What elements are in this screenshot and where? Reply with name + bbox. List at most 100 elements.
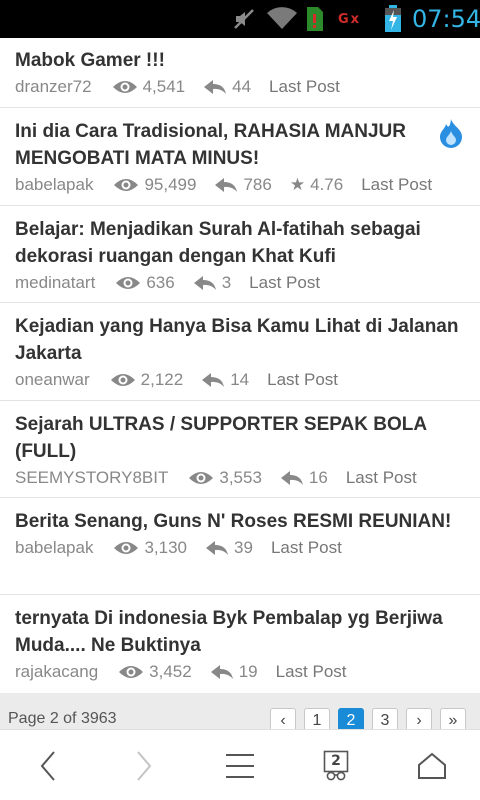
rating-value: 4.76 [310, 175, 344, 194]
thread-title[interactable]: Berita Senang, Guns N' Roses RESMI REUNI… [15, 508, 465, 535]
thread-title[interactable]: ternyata Di indonesia Byk Pembalap yg Be… [15, 605, 465, 659]
thread-meta: rajakacang 3,452 19 Last Post [15, 659, 465, 685]
tab-count: 2 [331, 752, 341, 769]
thread-item[interactable]: Sejarah ULTRAS / SUPPORTER SEPAK BOLA (F… [0, 401, 480, 498]
thread-item[interactable]: Mabok Gamer !!! dranzer72 4,541 44 Last … [0, 38, 480, 108]
last-page-button[interactable]: » [440, 708, 466, 729]
battery-charging-icon [384, 0, 406, 38]
thread-author[interactable]: medinatart [15, 273, 95, 293]
replies-stat: 786 [214, 175, 272, 195]
views-stat: 95,499 [113, 175, 196, 195]
thread-list: Mabok Gamer !!! dranzer72 4,541 44 Last … [0, 38, 480, 693]
hot-flame-icon [438, 118, 464, 153]
replies-count: 14 [230, 370, 250, 389]
replies-count: 786 [243, 175, 272, 194]
home-icon [418, 752, 446, 779]
thread-item[interactable]: ternyata Di indonesia Byk Pembalap yg Be… [0, 595, 480, 693]
reply-icon [206, 541, 229, 555]
wifi-icon [266, 0, 298, 38]
replies-stat: 16 [280, 468, 328, 488]
replies-stat: 44 [203, 77, 251, 97]
home-button[interactable] [402, 730, 462, 800]
tabs-button[interactable]: 2 [306, 730, 366, 800]
thread-meta: babelapak 95,499 786 ★ 4.76 Last Post [15, 172, 465, 198]
replies-stat: 14 [201, 370, 249, 390]
menu-icon [226, 753, 254, 778]
rating-stat: ★ 4.76 [290, 175, 343, 195]
replies-count: 3 [221, 273, 232, 292]
views-count: 636 [146, 273, 175, 292]
thread-author[interactable]: dranzer72 [15, 77, 92, 97]
last-post-link[interactable]: Last Post [269, 77, 340, 97]
thread-item[interactable]: Ini dia Cara Tradisional, RAHASIA MANJUR… [0, 108, 480, 206]
reply-icon [204, 80, 227, 94]
thread-meta: oneanwar 2,122 14 Last Post [15, 367, 465, 393]
last-post-link[interactable]: Last Post [271, 538, 342, 558]
tabs-icon: 2 [323, 750, 349, 782]
last-post-link[interactable]: Last Post [276, 662, 347, 682]
eye-icon [112, 81, 137, 93]
replies-stat: 39 [205, 538, 253, 558]
views-stat: 3,452 [118, 662, 192, 682]
carrier-indicator: Gx [338, 11, 360, 27]
views-stat: 636 [115, 273, 175, 293]
last-post-link[interactable]: Last Post [267, 370, 338, 390]
thread-meta: medinatart 636 3 Last Post [15, 270, 465, 296]
thread-item[interactable]: Belajar: Menjadikan Surah Al-fatihah seb… [0, 206, 480, 303]
thread-author[interactable]: rajakacang [15, 662, 98, 682]
eye-icon [110, 374, 135, 386]
page-info: Page 2 of 3963 [8, 710, 117, 727]
thread-author[interactable]: babelapak [15, 538, 93, 558]
eye-icon [114, 542, 139, 554]
eye-icon [116, 277, 141, 289]
views-count: 3,553 [219, 468, 262, 487]
reply-icon [193, 276, 216, 290]
thread-item[interactable]: Berita Senang, Guns N' Roses RESMI REUNI… [0, 498, 480, 595]
prev-page-button[interactable]: ‹ [270, 708, 296, 729]
forward-button[interactable] [114, 730, 174, 800]
thread-item[interactable]: Kejadian yang Hanya Bisa Kamu Lihat di J… [0, 303, 480, 401]
views-count: 95,499 [144, 175, 197, 194]
eye-icon [189, 472, 214, 484]
replies-count: 16 [308, 468, 328, 487]
last-post-link[interactable]: Last Post [249, 273, 320, 293]
thread-title[interactable]: Sejarah ULTRAS / SUPPORTER SEPAK BOLA (F… [15, 411, 465, 465]
views-stat: 4,541 [112, 77, 186, 97]
thread-title[interactable]: Mabok Gamer !!! [15, 47, 465, 74]
views-count: 2,122 [140, 370, 184, 389]
thread-meta: babelapak 3,130 39 Last Post [15, 535, 465, 561]
replies-count: 44 [232, 77, 252, 96]
page-2-button[interactable]: 2 [338, 708, 364, 729]
eye-icon [119, 666, 144, 678]
thread-author[interactable]: oneanwar [15, 370, 90, 390]
sim-alert-icon [306, 0, 326, 38]
status-bar: Gx 07:54 [0, 0, 480, 38]
back-icon [40, 750, 55, 781]
reply-icon [210, 665, 233, 679]
thread-title[interactable]: Kejadian yang Hanya Bisa Kamu Lihat di J… [15, 313, 465, 367]
views-stat: 2,122 [110, 370, 184, 390]
eye-icon [114, 179, 139, 191]
reply-icon [215, 178, 238, 192]
replies-stat: 3 [193, 273, 231, 293]
reply-icon [202, 373, 225, 387]
page-3-button[interactable]: 3 [372, 708, 398, 729]
views-count: 3,130 [144, 538, 188, 557]
thread-author[interactable]: SEEMYSTORY8BIT [15, 468, 168, 488]
views-count: 4,541 [142, 77, 186, 96]
last-post-link[interactable]: Last Post [361, 175, 432, 195]
forward-icon [137, 750, 152, 781]
back-button[interactable] [18, 730, 78, 800]
thread-author[interactable]: babelapak [15, 175, 93, 195]
views-stat: 3,553 [188, 468, 262, 488]
browser-toolbar: 2 [0, 729, 480, 800]
next-page-button[interactable]: › [406, 708, 432, 729]
thread-title[interactable]: Belajar: Menjadikan Surah Al-fatihah seb… [15, 216, 465, 270]
last-post-link[interactable]: Last Post [346, 468, 417, 488]
star-icon: ★ [289, 175, 306, 194]
menu-button[interactable] [210, 730, 270, 800]
page-1-button[interactable]: 1 [304, 708, 330, 729]
thread-meta: SEEMYSTORY8BIT 3,553 16 Last Post [15, 465, 465, 491]
replies-count: 39 [234, 538, 253, 557]
thread-title[interactable]: Ini dia Cara Tradisional, RAHASIA MANJUR… [15, 118, 465, 172]
